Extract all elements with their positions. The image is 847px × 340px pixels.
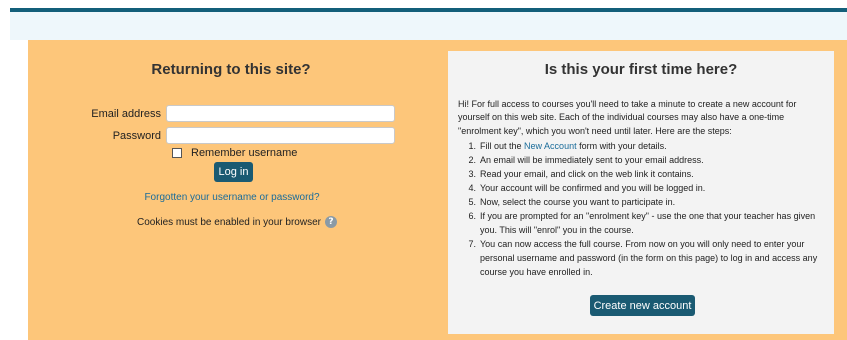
- remember-username[interactable]: Remember username: [172, 147, 297, 159]
- password-label: Password: [112, 129, 161, 142]
- step-item: 1. Fill out the New Account form with you…: [458, 139, 828, 153]
- step-item: 2. An email will be immediately sent to y…: [458, 153, 828, 167]
- password-input[interactable]: [166, 127, 395, 144]
- step-item: 7. You can now access the full course. Fr…: [458, 237, 828, 279]
- step-number: 2.: [468, 155, 476, 165]
- forgot-password-link[interactable]: Forgotten your username or password?: [120, 192, 344, 203]
- step-number: 5.: [468, 197, 476, 207]
- help-icon[interactable]: ?: [324, 216, 337, 228]
- step-text: Now, select the course you want to parti…: [480, 197, 676, 207]
- new-account-link[interactable]: New Account: [524, 141, 577, 151]
- signup-card: Is this your first time here? Hi! For fu…: [448, 51, 834, 334]
- login-page: Returning to this site? Email address Pa…: [0, 0, 847, 340]
- remember-label: Remember username: [191, 147, 298, 159]
- step-text: An email will be immediately sent to you…: [480, 155, 704, 165]
- step-text-suffix: form with your details.: [579, 141, 667, 151]
- step-text: Read your email, and click on the web li…: [480, 169, 694, 179]
- step-number: 7.: [468, 239, 476, 249]
- step-number: 4.: [468, 183, 476, 193]
- step-text: Your account will be confirmed and you w…: [480, 183, 706, 193]
- email-label: Email address: [91, 107, 161, 120]
- step-number: 1.: [468, 141, 476, 151]
- header-band: [10, 12, 847, 40]
- step-number: 3.: [468, 169, 476, 179]
- step-item: 3. Read your email, and click on the web …: [458, 167, 828, 181]
- step-item: 4. Your account will be confirmed and you…: [458, 181, 828, 195]
- step-text: You can now access the full course. From…: [480, 239, 818, 277]
- email-input[interactable]: [166, 105, 395, 122]
- email-row: Email address: [36, 105, 395, 122]
- step-item: 5. Now, select the course you want to par…: [458, 195, 828, 209]
- signup-steps: 1. Fill out the New Account form with you…: [458, 139, 828, 279]
- login-heading: Returning to this site?: [151, 61, 311, 78]
- create-account-button[interactable]: Create new account: [590, 295, 695, 316]
- step-text: Fill out the New Account form with your …: [480, 139, 828, 153]
- password-row: Password: [36, 127, 395, 144]
- step-text: If you are prompted for an "enrolment ke…: [480, 211, 816, 235]
- remember-checkbox[interactable]: [172, 148, 182, 158]
- cookies-text: Cookies must be enabled in your browser: [137, 216, 321, 228]
- step-item: 6. If you are prompted for an "enrolment …: [458, 209, 828, 237]
- signup-heading: Is this your first time here?: [544, 61, 738, 78]
- login-button[interactable]: Log in: [214, 162, 253, 182]
- cookies-notice: Cookies must be enabled in your browser …: [137, 216, 337, 228]
- step-text-prefix: Fill out the: [480, 141, 522, 151]
- signup-intro: Hi! For full access to courses you'll ne…: [458, 99, 797, 136]
- step-number: 6.: [468, 211, 476, 221]
